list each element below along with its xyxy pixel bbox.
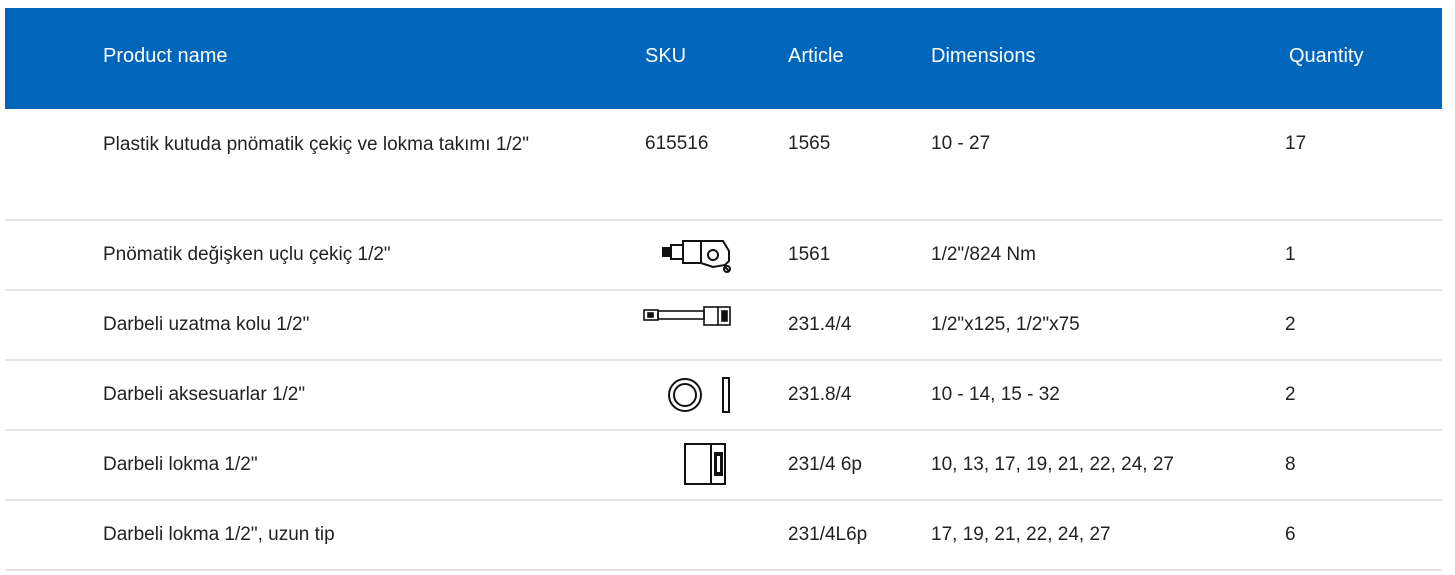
product-name-cell: Darbeli lokma 1/2", uzun tip <box>103 524 335 545</box>
table-row: Plastik kutuda pnömatik çekiç ve lokma t… <box>5 109 1442 221</box>
product-table: Product name SKU Article Dimensions Quan… <box>5 8 1442 571</box>
product-name-cell: Darbeli aksesuarlar 1/2" <box>103 384 306 405</box>
column-header-dimensions: Dimensions <box>931 45 1036 67</box>
impact-wrench-icon <box>662 240 731 273</box>
table-row: Darbeli lokma 1/2" 231/4 6p 10, 13, 17, … <box>5 431 1442 501</box>
dimensions-cell: 10 - 14, 15 - 32 <box>931 384 1060 405</box>
sku-cell <box>653 233 739 283</box>
sku-cell <box>681 441 731 495</box>
article-cell: 231.8/4 <box>788 384 852 405</box>
article-cell: 1561 <box>788 244 831 265</box>
article-cell: 231/4 6p <box>788 454 862 475</box>
dimensions-cell: 10, 13, 17, 19, 21, 22, 24, 27 <box>931 454 1174 475</box>
dimensions-cell: 1/2"x125, 1/2"x75 <box>931 314 1080 335</box>
sku-cell <box>665 375 737 423</box>
column-header-product-name: Product name <box>103 45 228 67</box>
product-name-cell: Darbeli lokma 1/2" <box>103 454 258 475</box>
article-cell: 231.4/4 <box>788 314 852 335</box>
impact-socket-icon <box>684 443 726 485</box>
table-header: Product name SKU Article Dimensions Quan… <box>5 8 1442 109</box>
quantity-cell: 2 <box>1285 384 1296 405</box>
extension-bar-icon <box>643 306 731 326</box>
dimensions-cell: 1/2"/824 Nm <box>931 244 1036 265</box>
quantity-cell: 2 <box>1285 314 1296 335</box>
column-header-sku: SKU <box>645 45 687 67</box>
dimensions-cell: 17, 19, 21, 22, 24, 27 <box>931 524 1111 545</box>
ring-and-pin-icon <box>668 377 730 413</box>
quantity-cell: 1 <box>1285 244 1296 265</box>
quantity-cell: 6 <box>1285 524 1296 545</box>
table-row: Darbeli aksesuarlar 1/2" 231.8/4 10 - 14… <box>5 361 1442 431</box>
table-row: Darbeli uzatma kolu 1/2" 231.4/4 1/2"x12… <box>5 291 1442 361</box>
article-cell: 231/4L6p <box>788 524 868 545</box>
table-row: Darbeli lokma 1/2", uzun tip 231/4L6p 17… <box>5 501 1442 571</box>
product-name-cell: Darbeli uzatma kolu 1/2" <box>103 314 310 335</box>
quantity-cell: 8 <box>1285 454 1296 475</box>
table-row: Pnömatik değişken uçlu çekiç 1/2" 1561 1… <box>5 221 1442 291</box>
column-header-article: Article <box>788 45 844 67</box>
sku-cell <box>642 305 736 337</box>
dimensions-cell: 10 - 27 <box>931 133 991 154</box>
article-cell: 1565 <box>788 133 831 154</box>
sku-cell: 615516 <box>645 133 709 154</box>
quantity-cell: 17 <box>1285 133 1307 154</box>
column-header-quantity: Quantity <box>1289 45 1364 67</box>
product-name-cell: Pnömatik değişken uçlu çekiç 1/2" <box>103 244 391 265</box>
product-name-cell: Plastik kutuda pnömatik çekiç ve lokma t… <box>103 134 529 155</box>
